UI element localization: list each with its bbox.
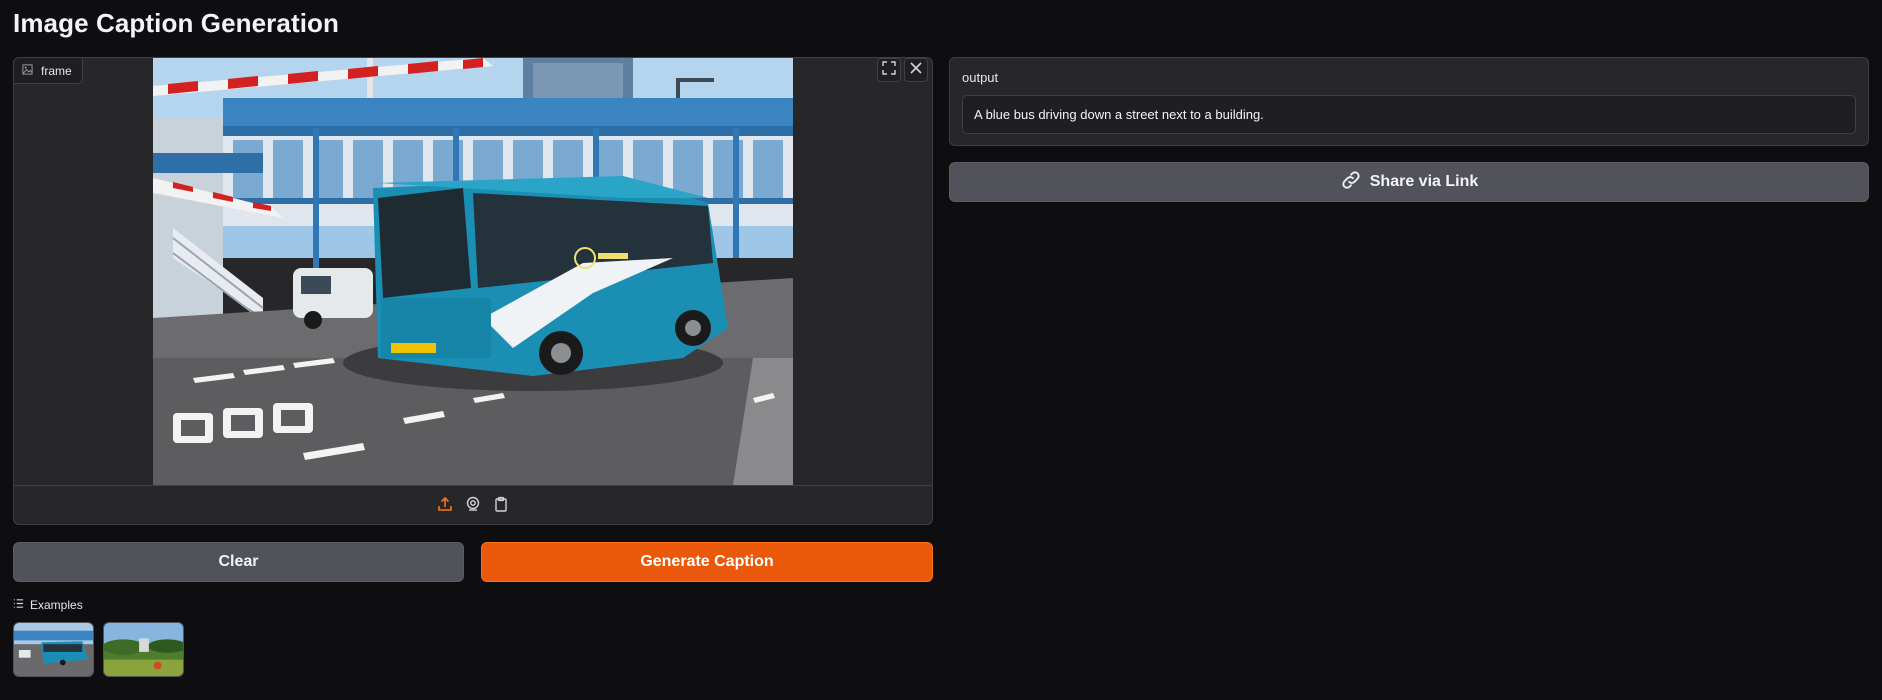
fullscreen-button[interactable] [877, 58, 901, 82]
generate-caption-button[interactable]: Generate Caption [481, 542, 933, 582]
clipboard-button[interactable] [492, 496, 510, 517]
output-panel: output A blue bus driving down a street … [949, 57, 1869, 146]
bus-thumbnail-image [14, 623, 93, 676]
landscape-thumbnail-image [104, 623, 183, 676]
output-textbox[interactable]: A blue bus driving down a street next to… [962, 95, 1856, 134]
fullscreen-icon [882, 60, 896, 80]
image-icon [22, 63, 33, 78]
upload-icon [437, 496, 453, 517]
image-source-toolbar [14, 485, 932, 524]
close-icon [909, 61, 923, 80]
link-icon [1340, 169, 1362, 196]
upload-button[interactable] [436, 496, 454, 517]
image-preview-area [14, 58, 932, 485]
clear-button[interactable]: Clear [13, 542, 464, 582]
image-input-panel[interactable]: frame [13, 57, 933, 525]
page-title: Image Caption Generation [13, 8, 340, 38]
example-thumbnail-landscape[interactable] [103, 622, 184, 677]
example-thumbnail-bus[interactable] [13, 622, 94, 677]
bus-photo [153, 58, 793, 485]
webcam-icon [465, 496, 481, 517]
list-icon [13, 598, 24, 612]
image-input-label-text: frame [41, 63, 72, 78]
output-label: output [962, 70, 999, 85]
webcam-button[interactable] [464, 496, 482, 517]
image-input-label: frame [14, 58, 83, 84]
examples-header: Examples [13, 598, 83, 612]
share-via-link-button[interactable]: Share via Link [949, 162, 1869, 202]
clipboard-icon [493, 496, 509, 517]
examples-label: Examples [30, 598, 83, 612]
clear-image-button[interactable] [904, 58, 928, 82]
share-via-link-label: Share via Link [1369, 173, 1479, 190]
